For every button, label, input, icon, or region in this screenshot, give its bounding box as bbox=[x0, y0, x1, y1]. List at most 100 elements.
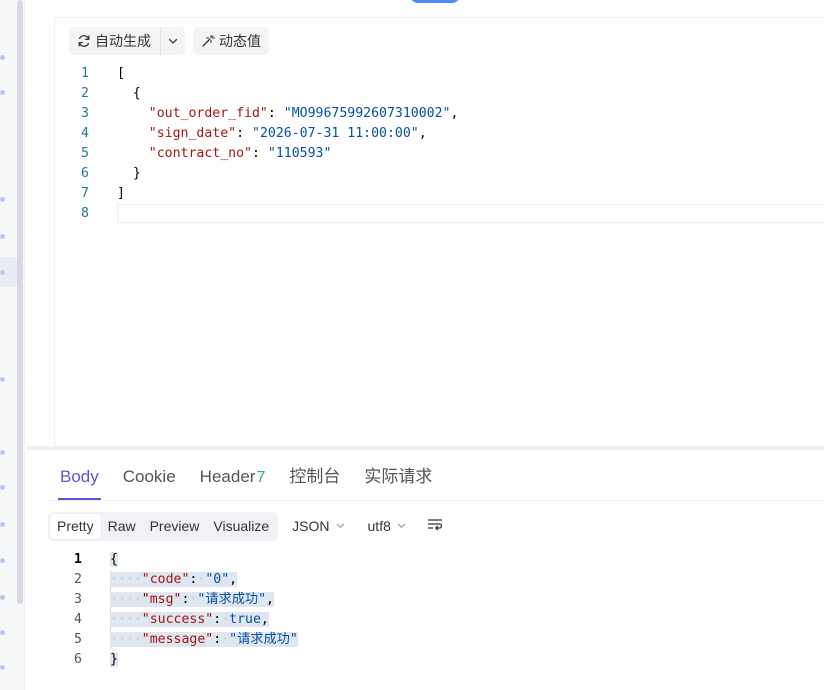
tab-label: Cookie bbox=[122, 467, 176, 486]
code-token-punc bbox=[117, 146, 149, 161]
code-token-ws: ···· bbox=[110, 572, 142, 587]
code-token-punc: , bbox=[418, 126, 427, 141]
tree-node-dot[interactable] bbox=[0, 90, 5, 95]
code-token-punc: } bbox=[117, 166, 141, 181]
auto-generate-dropdown[interactable] bbox=[160, 27, 185, 55]
editor-line[interactable]: 2 { bbox=[55, 84, 824, 104]
tree-node-dot[interactable] bbox=[0, 522, 5, 527]
encoding-select[interactable]: utf8 bbox=[368, 518, 407, 534]
response-toolbar: Pretty Raw Preview Visualize JSON utf8 bbox=[48, 511, 443, 541]
tree-node-dot[interactable] bbox=[0, 377, 5, 382]
response-line[interactable]: 6} bbox=[48, 650, 824, 670]
tree-node-dot[interactable] bbox=[0, 234, 5, 239]
tab-header[interactable]: Header7 bbox=[188, 458, 278, 496]
tree-node-dot[interactable] bbox=[0, 630, 5, 635]
code-token-punc: , bbox=[229, 572, 238, 587]
encoding-select-value: utf8 bbox=[367, 518, 391, 534]
editor-line[interactable]: 1[ bbox=[55, 64, 824, 84]
editor-line[interactable]: 3 "out_order_fid": "MO99675992607310002"… bbox=[55, 104, 824, 124]
word-wrap-button[interactable] bbox=[427, 517, 443, 536]
line-number: 7 bbox=[81, 186, 89, 201]
view-mode-raw[interactable]: Raw bbox=[101, 514, 143, 539]
code-token-ws: · bbox=[221, 632, 230, 647]
tab-count-badge: 7 bbox=[256, 469, 266, 486]
auto-generate-button[interactable]: 自动生成 bbox=[69, 27, 160, 55]
tab-label: Header bbox=[199, 467, 256, 486]
editor-line[interactable]: 5 "contract_no": "110593" bbox=[55, 144, 824, 164]
response-line[interactable]: 1{ bbox=[48, 550, 824, 570]
code-token-punc: , bbox=[266, 592, 274, 607]
request-body-editor[interactable]: 1[2 {3 "out_order_fid": "MO9967599260731… bbox=[55, 64, 824, 446]
code-token-key: "msg" bbox=[141, 592, 182, 607]
tab-body[interactable]: Body bbox=[48, 458, 111, 500]
code-token-punc: : bbox=[213, 632, 222, 647]
line-content: "sign_date": "2026-07-31 11:00:00", bbox=[117, 124, 427, 144]
dynamic-value-label: 动态值 bbox=[219, 33, 261, 49]
auto-generate-group: 自动生成 bbox=[69, 27, 185, 55]
code-token-str: "请求成功" bbox=[197, 592, 267, 607]
view-mode-preview[interactable]: Preview bbox=[143, 514, 207, 539]
code-token-punc: } bbox=[110, 652, 118, 667]
response-line[interactable]: 2 ····"code":·"0", bbox=[48, 570, 824, 590]
line-content: "contract_no": "110593" bbox=[117, 144, 332, 164]
response-tabs: Body Cookie Header7 控制台 实际请求 bbox=[48, 458, 444, 500]
code-token-punc: : bbox=[267, 106, 284, 121]
tree-node-dot[interactable] bbox=[0, 55, 5, 60]
line-number: 3 bbox=[81, 106, 89, 121]
line-number: 4 bbox=[81, 126, 89, 141]
line-content: { bbox=[110, 550, 118, 570]
tree-node-dot[interactable] bbox=[0, 450, 5, 455]
selected-text: ····"message":·"请求成功" bbox=[110, 632, 298, 647]
tree-node-dot[interactable] bbox=[0, 485, 5, 490]
tab-label: 实际请求 bbox=[364, 467, 433, 486]
top-send-button-edge[interactable] bbox=[410, 0, 460, 3]
dynamic-value-button[interactable]: 动态值 bbox=[193, 27, 269, 55]
code-token-str: "请求成功" bbox=[229, 632, 298, 647]
line-number: 6 bbox=[81, 166, 89, 181]
editor-line[interactable]: 8 bbox=[55, 204, 824, 224]
editor-line[interactable]: 6 } bbox=[55, 164, 824, 184]
magic-wand-icon bbox=[201, 34, 215, 48]
line-content: } bbox=[117, 164, 141, 184]
code-token-punc: [ bbox=[117, 66, 125, 81]
line-content: ····"code":·"0", bbox=[110, 570, 238, 590]
tree-node-dot[interactable] bbox=[0, 558, 5, 563]
tree-node-dot[interactable] bbox=[0, 665, 5, 670]
tab-实际请求[interactable]: 实际请求 bbox=[352, 458, 444, 496]
refresh-icon bbox=[77, 34, 91, 48]
response-tabs-divider bbox=[48, 500, 824, 501]
line-content: ] bbox=[117, 184, 125, 204]
response-line[interactable]: 4 ····"success":·true, bbox=[48, 610, 824, 630]
tree-node-dot[interactable] bbox=[0, 197, 5, 202]
tree-node-dot[interactable] bbox=[0, 270, 5, 275]
tab-cookie[interactable]: Cookie bbox=[111, 458, 188, 496]
selected-text: ····"success":·true, bbox=[110, 612, 269, 627]
code-token-key: "contract_no" bbox=[148, 146, 252, 161]
sidebar-scrollbar[interactable] bbox=[17, 0, 23, 604]
tree-node-dot[interactable] bbox=[0, 595, 5, 600]
panel-resize-handle[interactable] bbox=[26, 446, 824, 450]
view-mode-visualize[interactable]: Visualize bbox=[206, 514, 276, 539]
line-content: [ bbox=[117, 64, 125, 84]
code-token-ws: ···· bbox=[110, 632, 142, 647]
selected-text: ····"code":·"0", bbox=[110, 572, 238, 587]
editor-line[interactable]: 4 "sign_date": "2026-07-31 11:00:00", bbox=[55, 124, 824, 144]
editor-line[interactable]: 7] bbox=[55, 184, 824, 204]
response-line[interactable]: 3 ····"msg":·"请求成功", bbox=[48, 590, 824, 610]
selected-text: ····"msg":·"请求成功", bbox=[110, 592, 274, 607]
code-token-ws: ···· bbox=[110, 612, 142, 627]
view-mode-switch: Pretty Raw Preview Visualize bbox=[48, 511, 279, 541]
format-select[interactable]: JSON bbox=[292, 518, 345, 534]
line-number: 5 bbox=[74, 632, 82, 647]
code-token-punc: { bbox=[110, 552, 118, 567]
format-select-value: JSON bbox=[292, 518, 330, 534]
code-token-key: "sign_date" bbox=[148, 126, 237, 141]
tab-控制台[interactable]: 控制台 bbox=[277, 458, 352, 496]
line-content: } bbox=[110, 650, 118, 670]
response-line[interactable]: 5 ····"message":·"请求成功" bbox=[48, 630, 824, 650]
code-token-bool: true bbox=[229, 612, 261, 627]
code-token-str: "2026-07-31 11:00:00" bbox=[252, 126, 419, 141]
code-token-punc: ] bbox=[117, 186, 125, 201]
view-mode-pretty[interactable]: Pretty bbox=[50, 513, 101, 539]
body-toolbar: 自动生成 动态值 bbox=[69, 27, 269, 55]
